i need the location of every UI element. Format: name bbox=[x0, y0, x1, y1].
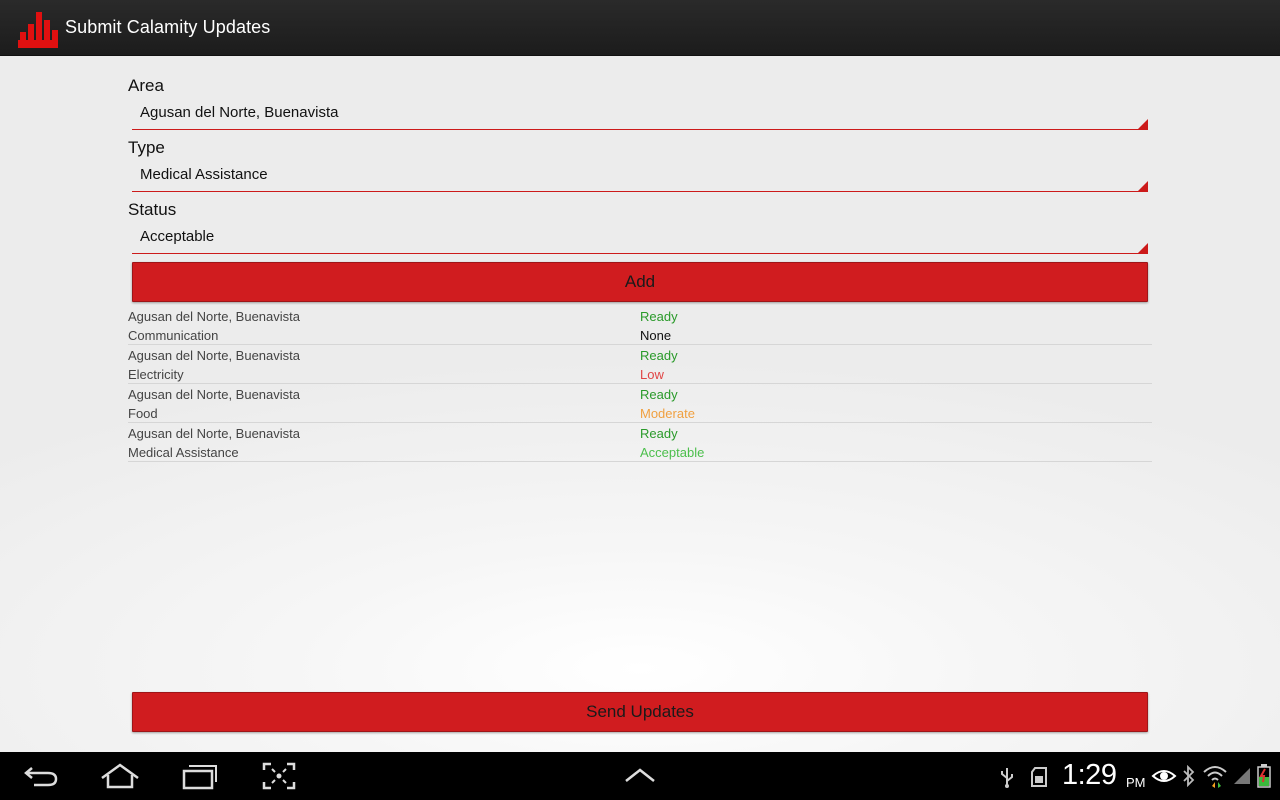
entry-area: Agusan del Norte, Buenavista bbox=[128, 309, 300, 324]
battery-icon bbox=[1257, 764, 1271, 788]
eye-icon bbox=[1151, 770, 1177, 782]
add-button[interactable]: Add bbox=[132, 262, 1148, 302]
status-spinner[interactable]: Acceptable bbox=[132, 224, 1148, 254]
list-item[interactable]: Agusan del Norte, Buenavista Food Ready … bbox=[128, 384, 1152, 423]
entry-type: Food bbox=[128, 406, 158, 421]
wifi-icon bbox=[1203, 766, 1227, 788]
area-label: Area bbox=[128, 76, 164, 95]
entry-type: Electricity bbox=[128, 367, 184, 382]
recent-apps-icon[interactable] bbox=[182, 762, 218, 790]
entry-ready: Ready bbox=[640, 387, 678, 402]
usb-icon bbox=[1001, 768, 1013, 788]
area-spinner-value: Agusan del Norte, Buenavista bbox=[140, 104, 339, 121]
area-spinner[interactable]: Agusan del Norte, Buenavista bbox=[132, 100, 1148, 130]
bluetooth-icon bbox=[1183, 765, 1195, 787]
dropdown-arrow-icon bbox=[1138, 243, 1148, 253]
entry-status: Moderate bbox=[640, 406, 695, 421]
app-title: Submit Calamity Updates bbox=[65, 17, 271, 37]
back-icon[interactable] bbox=[24, 762, 60, 790]
status-label: Status bbox=[128, 200, 177, 219]
app-logo-icon bbox=[18, 11, 58, 48]
clock-ampm: PM bbox=[1126, 775, 1146, 790]
system-nav-bar: 1:29 PM bbox=[0, 752, 1280, 800]
entry-status: Acceptable bbox=[640, 445, 705, 460]
up-chevron-icon[interactable] bbox=[624, 766, 656, 784]
entry-ready: Ready bbox=[640, 348, 678, 363]
screenshot-icon[interactable] bbox=[262, 762, 296, 790]
type-spinner-value: Medical Assistance bbox=[140, 166, 268, 183]
list-item[interactable]: Agusan del Norte, Buenavista Medical Ass… bbox=[128, 423, 1152, 462]
entries-list: Agusan del Norte, Buenavista Communicati… bbox=[128, 306, 1152, 462]
home-icon[interactable] bbox=[100, 762, 140, 790]
clock-time: 1:29 bbox=[1062, 759, 1117, 791]
status-spinner-value: Acceptable bbox=[140, 228, 215, 245]
sd-card-icon bbox=[1031, 767, 1047, 787]
entry-type: Communication bbox=[128, 328, 219, 343]
dropdown-arrow-icon bbox=[1138, 181, 1148, 191]
entry-type: Medical Assistance bbox=[128, 445, 239, 460]
entry-status: Low bbox=[640, 367, 664, 382]
dropdown-arrow-icon bbox=[1138, 119, 1148, 129]
signal-icon bbox=[1234, 768, 1250, 784]
action-bar: Submit Calamity Updates bbox=[0, 0, 1280, 56]
entry-status: None bbox=[640, 328, 672, 343]
list-item[interactable]: Agusan del Norte, Buenavista Communicati… bbox=[128, 306, 1152, 345]
entry-area: Agusan del Norte, Buenavista bbox=[128, 348, 300, 363]
entry-ready: Ready bbox=[640, 309, 678, 324]
type-label: Type bbox=[128, 138, 165, 157]
list-item[interactable]: Agusan del Norte, Buenavista Electricity… bbox=[128, 345, 1152, 384]
send-updates-button[interactable]: Send Updates bbox=[132, 692, 1148, 732]
entry-area: Agusan del Norte, Buenavista bbox=[128, 426, 300, 441]
entry-area: Agusan del Norte, Buenavista bbox=[128, 387, 300, 402]
type-spinner[interactable]: Medical Assistance bbox=[132, 162, 1148, 192]
entry-ready: Ready bbox=[640, 426, 678, 441]
